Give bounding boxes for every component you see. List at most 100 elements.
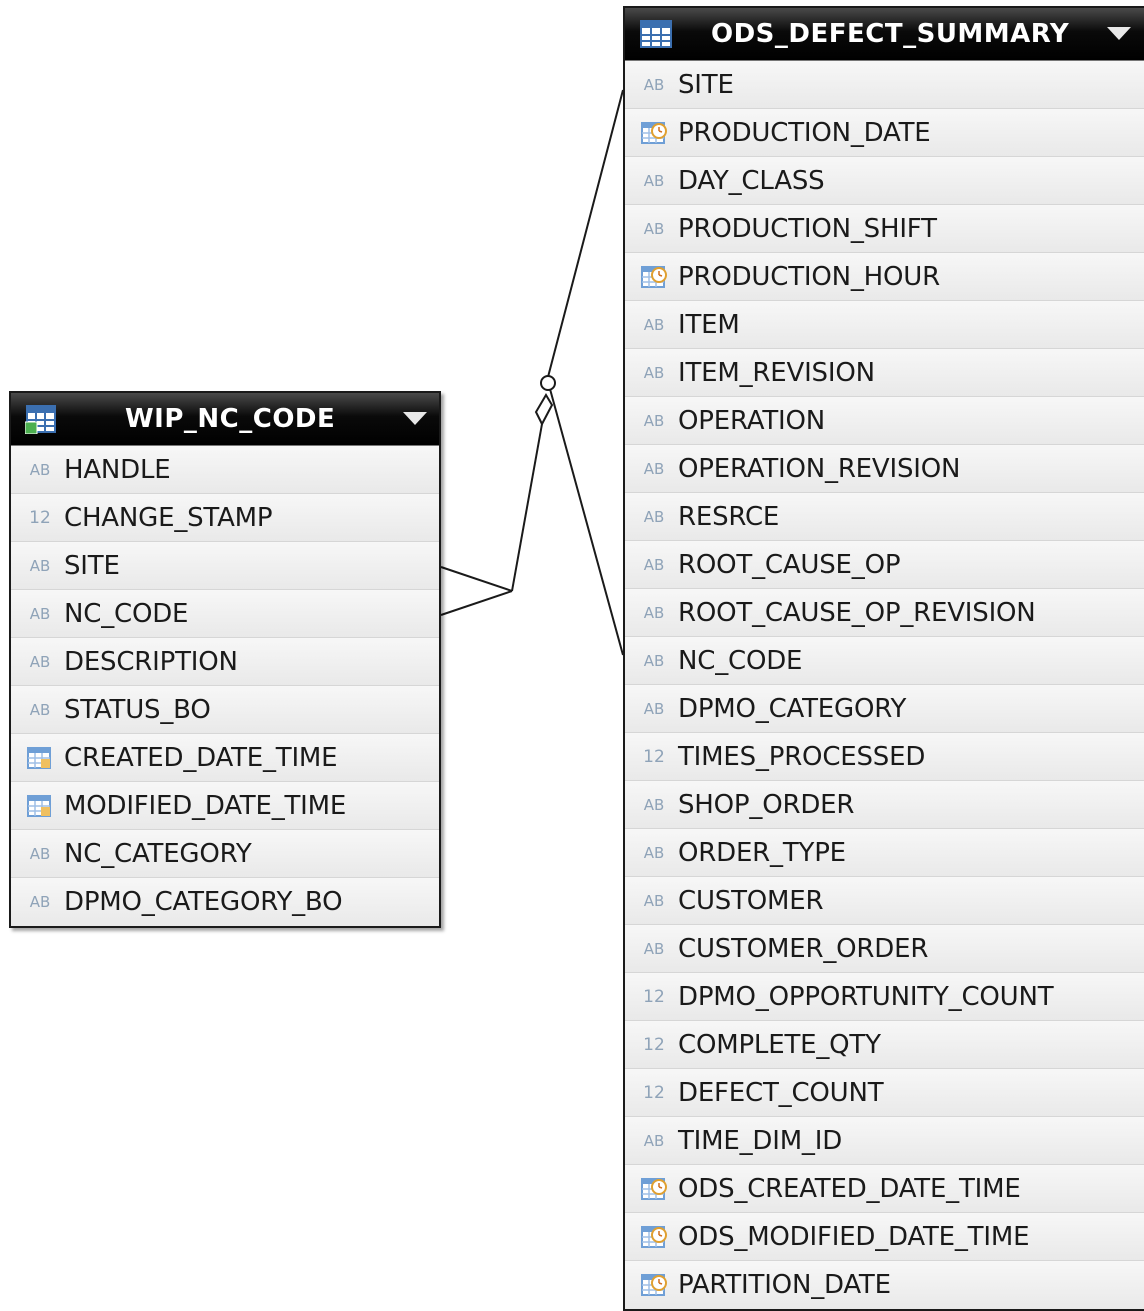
column-name: DPMO_OPPORTUNITY_COUNT <box>678 982 1054 1012</box>
column-row[interactable]: AB TIME_DIM_ID <box>625 1117 1144 1165</box>
date-clock-type-icon <box>639 253 669 301</box>
column-name: PRODUCTION_DATE <box>678 118 931 148</box>
column-row[interactable]: AB SHOP_ORDER <box>625 781 1144 829</box>
column-row[interactable]: MODIFIED_DATE_TIME <box>11 782 439 830</box>
relationship-line-site <box>547 89 624 378</box>
column-name: RESRCE <box>678 502 780 532</box>
column-name: HANDLE <box>64 455 171 485</box>
column-row[interactable]: AB DPMO_CATEGORY <box>625 685 1144 733</box>
column-row[interactable]: AB HANDLE <box>11 446 439 494</box>
column-row[interactable]: 12 DPMO_OPPORTUNITY_COUNT <box>625 973 1144 1021</box>
column-name: ITEM_REVISION <box>678 358 875 388</box>
string-type-icon: AB <box>643 1132 665 1150</box>
column-row[interactable]: PARTITION_DATE <box>625 1261 1144 1309</box>
column-row[interactable]: PRODUCTION_HOUR <box>625 253 1144 301</box>
date-clock-type-icon <box>639 1261 669 1309</box>
string-type-icon: AB <box>643 604 665 622</box>
column-row[interactable]: AB STATUS_BO <box>11 686 439 734</box>
crowfoot-prong-site <box>440 566 513 592</box>
table-header[interactable]: ODS_DEFECT_SUMMARY <box>625 8 1144 61</box>
column-row[interactable]: AB ORDER_TYPE <box>625 829 1144 877</box>
column-row[interactable]: 12 DEFECT_COUNT <box>625 1069 1144 1117</box>
column-name: OPERATION_REVISION <box>678 454 961 484</box>
column-name: ORDER_TYPE <box>678 838 846 868</box>
column-row[interactable]: AB SITE <box>625 61 1144 109</box>
number-type-icon: 12 <box>643 747 665 767</box>
column-row[interactable]: ODS_MODIFIED_DATE_TIME <box>625 1213 1144 1261</box>
table-ods-defect-summary[interactable]: ODS_DEFECT_SUMMARY AB SITE PRODUCTION_DATE… <box>623 6 1144 1311</box>
string-type-icon: AB <box>643 892 665 910</box>
column-name: COMPLETE_QTY <box>678 1030 881 1060</box>
column-name: DAY_CLASS <box>678 166 825 196</box>
column-row[interactable]: ODS_CREATED_DATE_TIME <box>625 1165 1144 1213</box>
column-name: PRODUCTION_SHIFT <box>678 214 937 244</box>
column-row[interactable]: AB SITE <box>11 542 439 590</box>
table-icon <box>25 405 56 434</box>
column-row[interactable]: AB PRODUCTION_SHIFT <box>625 205 1144 253</box>
string-type-icon: AB <box>643 508 665 526</box>
column-name: SHOP_ORDER <box>678 790 855 820</box>
datetime-type-icon <box>25 782 55 830</box>
column-name: MODIFIED_DATE_TIME <box>64 791 347 821</box>
chevron-down-icon[interactable] <box>1107 27 1131 40</box>
column-row[interactable]: AB OPERATION <box>625 397 1144 445</box>
column-list: AB HANDLE 12 CHANGE_STAMP AB SITE AB NC_CODE AB D… <box>11 446 439 926</box>
column-row[interactable]: AB ROOT_CAUSE_OP <box>625 541 1144 589</box>
column-name: ROOT_CAUSE_OP <box>678 550 901 580</box>
string-type-icon: AB <box>29 653 51 671</box>
column-name: CREATED_DATE_TIME <box>64 743 338 773</box>
column-name: TIMES_PROCESSED <box>678 742 926 772</box>
chevron-down-icon[interactable] <box>403 412 427 425</box>
column-name: ODS_CREATED_DATE_TIME <box>678 1174 1021 1204</box>
string-type-icon: AB <box>643 652 665 670</box>
column-name: TIME_DIM_ID <box>678 1126 843 1156</box>
column-name: OPERATION <box>678 406 826 436</box>
number-type-icon: 12 <box>643 1083 665 1103</box>
column-row[interactable]: AB CUSTOMER_ORDER <box>625 925 1144 973</box>
column-name: DPMO_CATEGORY_BO <box>64 887 343 917</box>
column-row[interactable]: 12 COMPLETE_QTY <box>625 1021 1144 1069</box>
string-type-icon: AB <box>643 844 665 862</box>
column-name: STATUS_BO <box>64 695 211 725</box>
column-name: DEFECT_COUNT <box>678 1078 884 1108</box>
string-type-icon: AB <box>643 940 665 958</box>
number-type-icon: 12 <box>643 987 665 1007</box>
string-type-icon: AB <box>643 364 665 382</box>
table-icon <box>640 20 672 48</box>
date-clock-type-icon <box>639 1213 669 1261</box>
column-row[interactable]: AB DAY_CLASS <box>625 157 1144 205</box>
column-row[interactable]: PRODUCTION_DATE <box>625 109 1144 157</box>
column-name: CUSTOMER <box>678 886 824 916</box>
date-clock-type-icon <box>639 1165 669 1213</box>
column-row[interactable]: AB OPERATION_REVISION <box>625 445 1144 493</box>
column-row[interactable]: AB ITEM_REVISION <box>625 349 1144 397</box>
column-row[interactable]: AB RESRCE <box>625 493 1144 541</box>
string-type-icon: AB <box>643 220 665 238</box>
datetime-type-icon <box>25 734 55 782</box>
string-type-icon: AB <box>29 845 51 863</box>
string-type-icon: AB <box>643 460 665 478</box>
table-wip-nc-code[interactable]: WIP_NC_CODE AB HANDLE 12 CHANGE_STAMP AB SITE… <box>9 391 441 928</box>
date-clock-type-icon <box>639 109 669 157</box>
table-name: WIP_NC_CODE <box>125 404 336 434</box>
column-row[interactable]: AB DPMO_CATEGORY_BO <box>11 878 439 926</box>
column-row[interactable]: 12 TIMES_PROCESSED <box>625 733 1144 781</box>
table-header[interactable]: WIP_NC_CODE <box>11 393 439 446</box>
column-row[interactable]: AB DESCRIPTION <box>11 638 439 686</box>
column-name: SITE <box>678 70 734 100</box>
column-name: SITE <box>64 551 120 581</box>
column-row[interactable]: AB ITEM <box>625 301 1144 349</box>
table-name: ODS_DEFECT_SUMMARY <box>711 19 1070 49</box>
column-row[interactable]: 12 CHANGE_STAMP <box>11 494 439 542</box>
column-row[interactable]: AB NC_CODE <box>11 590 439 638</box>
column-row[interactable]: AB NC_CATEGORY <box>11 830 439 878</box>
column-row[interactable]: CREATED_DATE_TIME <box>11 734 439 782</box>
column-name: PRODUCTION_HOUR <box>678 262 940 292</box>
column-row[interactable]: AB NC_CODE <box>625 637 1144 685</box>
column-name: CHANGE_STAMP <box>64 503 273 533</box>
string-type-icon: AB <box>643 556 665 574</box>
column-row[interactable]: AB ROOT_CAUSE_OP_REVISION <box>625 589 1144 637</box>
column-name: NC_CODE <box>678 646 803 676</box>
string-type-icon: AB <box>643 700 665 718</box>
column-row[interactable]: AB CUSTOMER <box>625 877 1144 925</box>
